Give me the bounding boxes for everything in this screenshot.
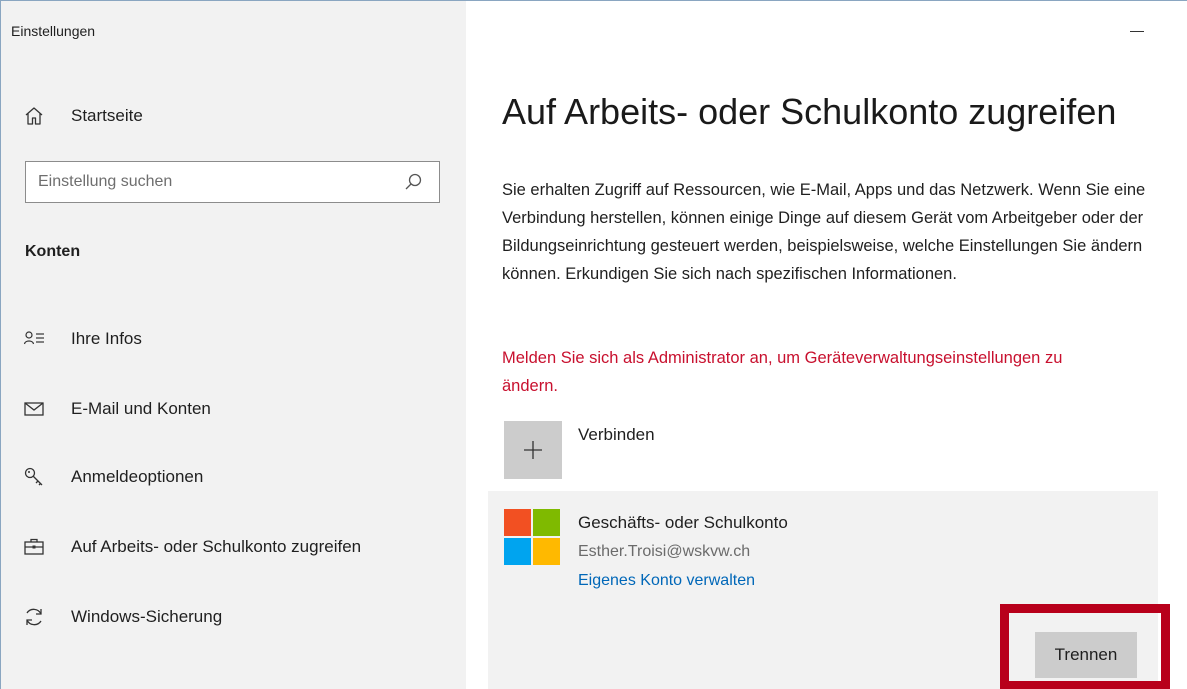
plus-icon xyxy=(524,441,542,459)
sidebar-item-anmeldeoptionen[interactable]: Anmeldeoptionen xyxy=(23,457,453,497)
app-title: Einstellungen xyxy=(11,23,96,39)
description-text: Sie erhalten Zugriff auf Ressourcen, wie… xyxy=(502,181,1146,283)
sidebar-item-label: Auf Arbeits- oder Schulkonto zugreifen xyxy=(71,537,362,556)
minimize-icon[interactable] xyxy=(1128,19,1148,39)
key-icon xyxy=(24,467,43,486)
manage-account-link[interactable]: Eigenes Konto verwalten xyxy=(578,572,755,590)
sidebar-item-label: Anmeldeoptionen xyxy=(71,467,204,486)
connect-button[interactable] xyxy=(504,421,562,479)
microsoft-logo xyxy=(504,509,560,565)
sidebar-item-windows-sicherung[interactable]: Windows-Sicherung xyxy=(23,597,453,637)
sidebar-item-email[interactable]: E-Mail und Konten xyxy=(23,389,453,429)
sidebar-item-label: Windows-Sicherung xyxy=(71,607,223,626)
connect-label[interactable]: Verbinden xyxy=(578,425,655,445)
search-input[interactable] xyxy=(26,161,403,203)
sidebar-item-label: Ihre Infos xyxy=(71,329,142,348)
main-content: Auf Arbeits- oder Schulkonto zugreifen S… xyxy=(466,1,1187,689)
section-title: Konten xyxy=(25,243,81,260)
account-email: Esther.Troisi@wskvw.ch xyxy=(578,543,751,560)
nav-home[interactable]: Startseite xyxy=(23,101,143,131)
settings-window: Einstellungen Startseite Konten xyxy=(0,0,1187,689)
nav-home-label: Startseite xyxy=(71,106,143,125)
search-box[interactable] xyxy=(25,161,440,203)
account-card[interactable]: Geschäfts- oder Schulkonto Esther.Troisi… xyxy=(488,491,1170,689)
sidebar-item-arbeitskonto[interactable]: Auf Arbeits- oder Schulkonto zugreifen xyxy=(23,527,453,567)
home-icon xyxy=(25,107,43,125)
sidebar-item-ihre-infos[interactable]: Ihre Infos xyxy=(23,319,453,359)
sidebar-item-label: E-Mail und Konten xyxy=(71,399,211,418)
person-list-icon xyxy=(23,331,44,345)
admin-warning: Melden Sie sich als Administrator an, um… xyxy=(502,349,1063,395)
page-title: Auf Arbeits- oder Schulkonto zugreifen xyxy=(502,91,1117,132)
briefcase-icon xyxy=(24,538,44,555)
sync-icon xyxy=(26,608,42,626)
mail-icon xyxy=(24,402,44,416)
disconnect-button[interactable]: Trennen xyxy=(1035,632,1137,678)
account-type: Geschäfts- oder Schulkonto xyxy=(578,513,788,532)
sidebar: Einstellungen Startseite Konten xyxy=(1,1,466,689)
search-icon[interactable] xyxy=(403,172,423,192)
